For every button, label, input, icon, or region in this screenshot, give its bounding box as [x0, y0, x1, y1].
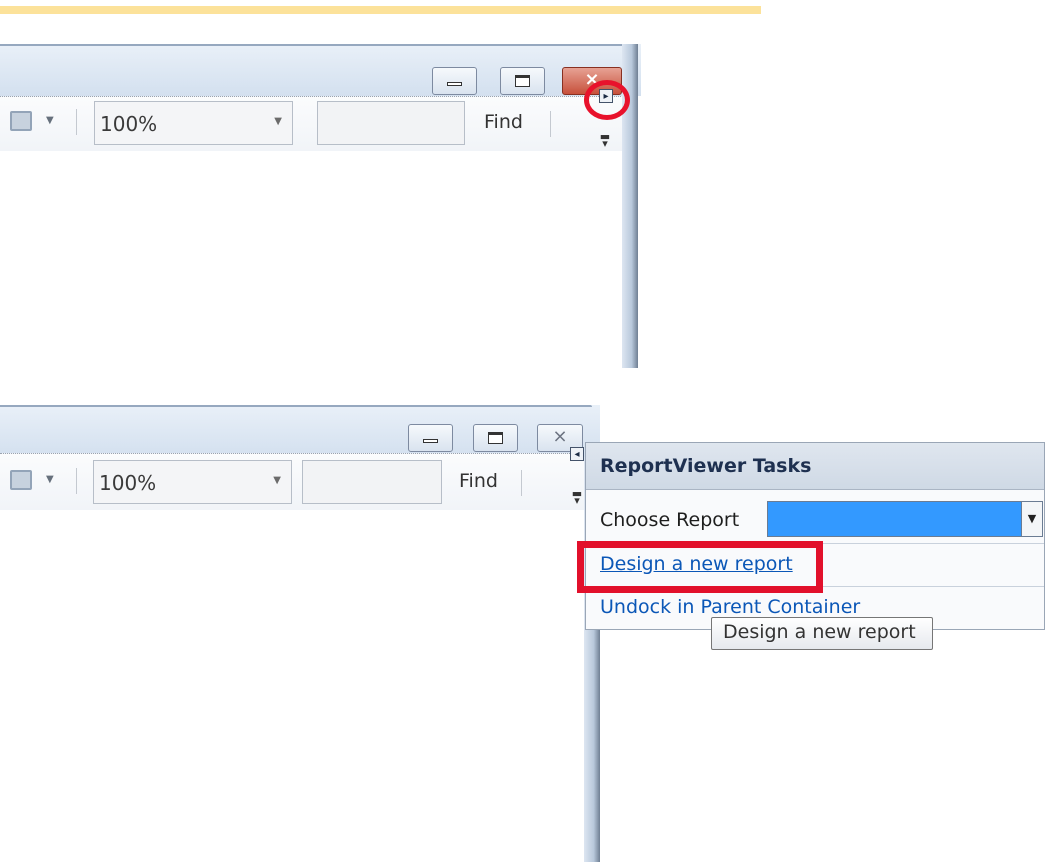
chevron-down-icon[interactable]: ▼ — [1021, 501, 1043, 537]
reportviewer-tasks-panel: ReportViewer Tasks Choose Report ▼ Desig… — [585, 442, 1045, 630]
annotation-circle — [584, 80, 630, 120]
toolbar-overflow-icon[interactable]: ▬ ▾ — [599, 131, 611, 149]
close-icon: ⨯ — [552, 426, 568, 447]
report-viewer-window-top: ⨯ ▼ 100% ▼ Find ▬ ▾ ▸ — [0, 44, 641, 368]
maximize-icon — [488, 432, 503, 444]
choose-report-select[interactable]: ▼ — [767, 501, 1043, 537]
find-button[interactable]: Find — [459, 470, 498, 492]
find-button[interactable]: Find — [484, 111, 523, 133]
undock-link[interactable]: Undock in Parent Container — [600, 596, 860, 618]
chevron-down-icon: ▼ — [274, 116, 282, 127]
minimize-button[interactable] — [408, 424, 453, 452]
window-border — [0, 44, 633, 46]
toolbar-separator — [76, 109, 77, 135]
toolbar-separator — [521, 470, 522, 496]
toolbar-separator — [76, 468, 77, 494]
toolbar-separator — [550, 111, 551, 137]
tasks-header: ReportViewer Tasks — [586, 443, 1044, 490]
tasks-title: ReportViewer Tasks — [600, 455, 812, 477]
choose-report-label: Choose Report — [600, 509, 740, 531]
zoom-select[interactable]: 100% ▼ — [94, 101, 293, 145]
save-icon[interactable] — [10, 470, 32, 490]
chevron-down-icon: ▼ — [273, 475, 281, 486]
maximize-button[interactable] — [500, 67, 545, 95]
maximize-icon — [515, 75, 530, 87]
smart-tag-icon[interactable]: ◂ — [570, 447, 584, 461]
zoom-select[interactable]: 100% ▼ — [93, 460, 292, 504]
zoom-value: 100% — [99, 471, 157, 495]
chevron-down-icon[interactable]: ▼ — [46, 115, 54, 126]
annotation-highlight-box — [577, 541, 823, 593]
toolbar-overflow-icon[interactable]: ▬ ▾ — [571, 488, 583, 506]
save-icon[interactable] — [10, 111, 32, 131]
minimize-button[interactable] — [432, 67, 477, 95]
minimize-icon — [423, 439, 438, 443]
window-border — [0, 405, 592, 407]
find-input[interactable] — [302, 460, 442, 504]
report-toolbar: ▼ 100% ▼ Find ▬ ▾ — [0, 453, 584, 510]
minimize-icon — [447, 82, 462, 86]
zoom-value: 100% — [100, 112, 158, 136]
maximize-button[interactable] — [473, 424, 518, 452]
highlight-stripe — [0, 6, 761, 14]
report-toolbar: ▼ 100% ▼ Find ▬ ▾ — [0, 96, 627, 151]
tooltip: Design a new report — [711, 617, 933, 650]
find-input[interactable] — [317, 101, 465, 145]
chevron-down-icon[interactable]: ▼ — [46, 474, 54, 485]
report-viewer-window-bottom: ⨯ ▼ 100% ▼ Find ▬ ▾ — [0, 405, 600, 862]
